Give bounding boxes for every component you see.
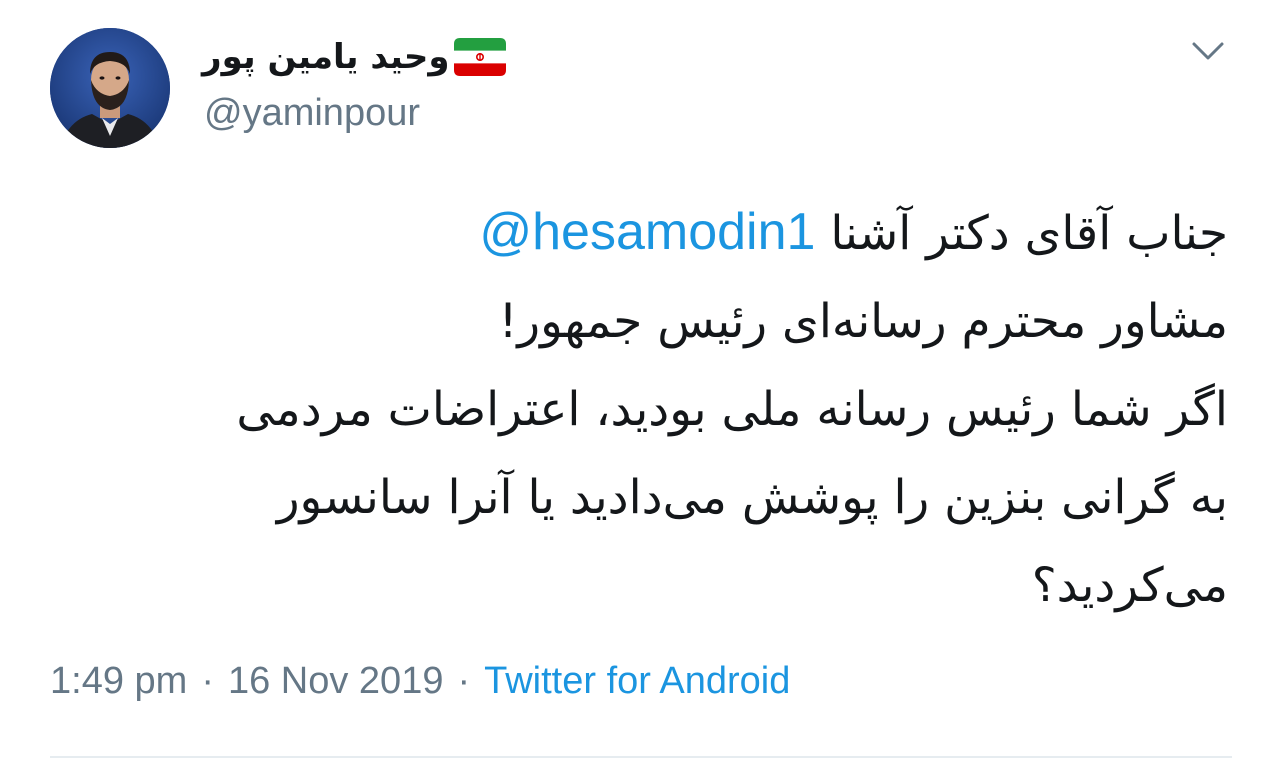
iran-flag-icon <box>453 38 506 76</box>
avatar[interactable] <box>50 28 170 148</box>
tweet-line-5: می‌کردید؟ <box>1031 558 1228 613</box>
tweet-text: جناب آقای دکتر آشنا @hesamodin1 مشاور مح… <box>48 188 1228 630</box>
display-name[interactable]: وحید یامین پور <box>202 40 450 74</box>
divider <box>50 756 1232 758</box>
tweet-source-link[interactable]: Twitter for Android <box>484 660 790 702</box>
tweet-meta: 1:49 pm · 16 Nov 2019 · Twitter for Android <box>50 656 790 706</box>
meta-separator: · <box>201 660 214 702</box>
avatar-photo <box>50 28 170 148</box>
tweet-text-prefix: جناب آقای دکتر آشنا <box>815 206 1228 261</box>
tweet-time[interactable]: 1:49 pm <box>50 660 187 702</box>
tweet-line-2: مشاور محترم رسانه‌ای رئیس جمهور! <box>498 294 1228 349</box>
tweet-date[interactable]: 16 Nov 2019 <box>228 660 444 702</box>
tweet-line-1: جناب آقای دکتر آشنا @hesamodin1 <box>48 188 1228 278</box>
tweet-line-3: اگر شما رئیس رسانه ملی بودید، اعتراضات م… <box>236 382 1228 437</box>
tweet-line-4: به گرانی بنزین را پوشش می‌دادید یا آنرا … <box>276 470 1228 525</box>
user-handle[interactable]: @yaminpour <box>204 94 420 132</box>
user-name-row[interactable]: وحید یامین پور <box>202 30 506 84</box>
chevron-down-icon[interactable] <box>1188 36 1228 66</box>
meta-separator: · <box>457 660 471 702</box>
mention-link[interactable]: @hesamodin1 <box>479 203 815 261</box>
